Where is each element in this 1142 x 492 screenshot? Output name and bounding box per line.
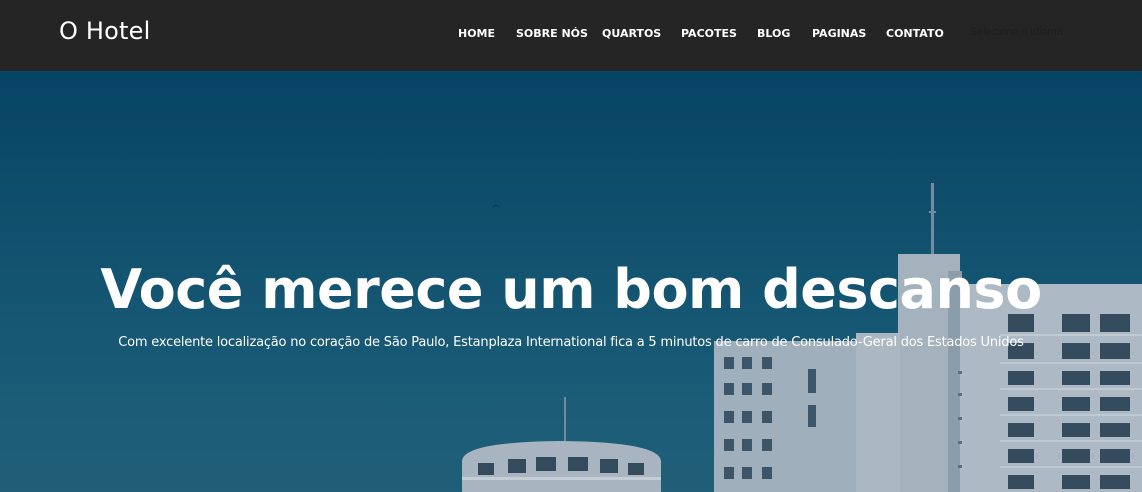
nav-item-home[interactable]: HOME [458, 27, 495, 40]
nav-item-contato[interactable]: CONTATO [886, 27, 944, 40]
navbar: O Hotel HOME SOBRE NÓS QUARTOS PACOTES B… [0, 0, 1142, 71]
language-selector[interactable]: Selecione o idioma [970, 26, 1063, 38]
hero-title: Você merece um bom descanso [100, 258, 1042, 321]
nav-item-quartos[interactable]: QUARTOS [602, 27, 661, 40]
nav-item-pacotes[interactable]: PACOTES [681, 27, 737, 40]
hero-section: Você merece um bom descanso Com excelent… [0, 71, 1142, 492]
nav-item-blog[interactable]: BLOG [757, 27, 790, 40]
nav-item-paginas[interactable]: PAGINAS [812, 27, 866, 40]
nav-item-sobre-nos[interactable]: SOBRE NÓS [516, 27, 588, 40]
hero-subtitle: Com excelente localização no coração de … [118, 335, 1024, 350]
